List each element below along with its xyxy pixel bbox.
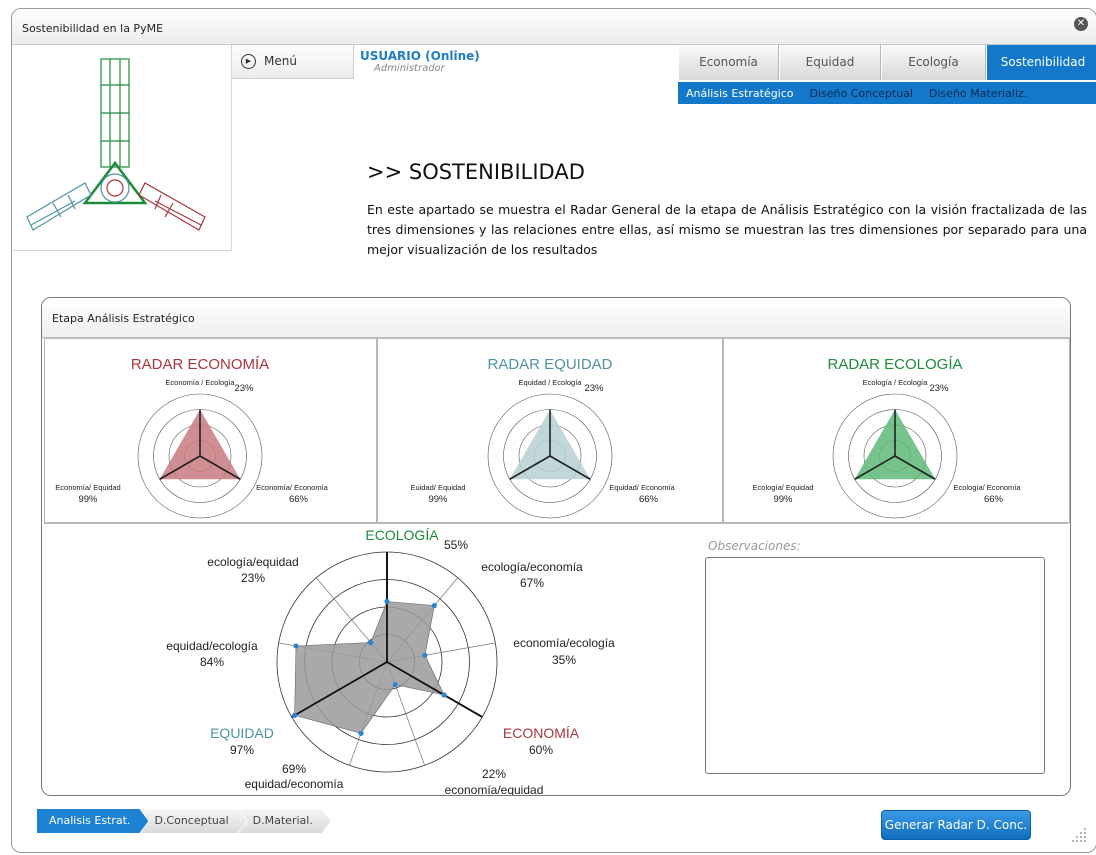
page-title: >> SOSTENIBILIDAD xyxy=(367,160,585,184)
step-analisis-estrategico[interactable]: Analisis Estrat. xyxy=(37,809,148,833)
radar-equidad-chart: RADAR EQUIDAD Equidad / Ecología23% Equida… xyxy=(410,356,676,519)
panel-header: Etapa Análisis Estratégico xyxy=(42,298,1070,338)
radar-ecologia-chart: RADAR ECOLOGÍA Ecología / Ecología23% Ecol… xyxy=(753,356,1021,519)
axis-label: Economía/ Economía xyxy=(256,483,329,492)
close-icon[interactable]: ✕ xyxy=(1074,17,1088,31)
user-name: USUARIO (Online) xyxy=(360,49,480,63)
general-radar-box: ECOLOGÍA 55% ecología/economía 67% economía/… xyxy=(44,523,1068,796)
value-label: 97% xyxy=(230,743,254,757)
menu-button[interactable]: ▶ Menú xyxy=(232,45,354,79)
radar-group: RADAR EQUIDAD Equidad / Ecología23% Equida… xyxy=(410,356,676,519)
data-point xyxy=(293,643,299,649)
subtab-analisis-estrategico[interactable]: Análisis Estratégico xyxy=(686,87,794,100)
radar-equidad-box: RADAR EQUIDAD Equidad / Ecología 23% Equida… xyxy=(377,338,723,523)
fractal-diagram-image xyxy=(26,58,206,231)
data-point xyxy=(358,730,364,736)
relation-label: economía/ecología xyxy=(513,636,615,650)
menu-label: Menú xyxy=(264,54,297,68)
relation-label: ecología/equidad xyxy=(207,555,298,569)
sustainability-logo xyxy=(13,45,232,251)
axis-label: Ecología/ Equidad xyxy=(753,483,814,492)
value-label: 66% xyxy=(639,494,659,505)
value-label: 99% xyxy=(773,494,793,505)
relation-label: equidad/economía xyxy=(245,777,344,791)
main-axis-line xyxy=(386,661,483,718)
observations-textarea[interactable] xyxy=(705,557,1045,774)
subtab-diseno-materializado[interactable]: Diseño Materializ. xyxy=(929,87,1027,100)
data-point xyxy=(291,712,298,718)
radar-title: RADAR ECOLOGÍA xyxy=(827,356,962,373)
observations-label: Observaciones: xyxy=(708,539,801,553)
general-radar-group: ECOLOGÍA 55% ecología/economía 67% economía/… xyxy=(166,527,615,796)
dimension-tabs: Economía Equidad Ecología Sostenibilidad xyxy=(678,45,1096,81)
title-bar: Sostenibilidad en la PyME ✕ xyxy=(12,9,1096,45)
value-label: 35% xyxy=(552,653,576,667)
axis-label: Equidad / Ecología xyxy=(519,378,583,387)
data-point xyxy=(384,598,390,605)
data-point xyxy=(441,692,447,698)
value-label: 23% xyxy=(241,571,265,585)
data-point xyxy=(392,682,398,688)
relation-label: ecología/economía xyxy=(481,560,583,574)
dimension-label: EQUIDAD xyxy=(210,725,274,741)
value-label: 23% xyxy=(234,383,254,394)
step-diseno-material[interactable]: D.Material. xyxy=(239,809,331,833)
play-icon: ▶ xyxy=(241,54,256,69)
generate-radar-button[interactable]: Generar Radar D. Conc. xyxy=(881,810,1031,840)
value-label: 60% xyxy=(529,743,553,757)
tab-sostenibilidad[interactable]: Sostenibilidad xyxy=(986,45,1096,80)
value-label: 23% xyxy=(929,383,949,394)
value-label: 99% xyxy=(428,494,448,505)
tab-ecologia[interactable]: Ecología xyxy=(881,45,986,80)
data-point xyxy=(422,652,428,658)
value-label: 66% xyxy=(984,494,1004,505)
relation-label: equidad/ecología xyxy=(166,639,258,653)
user-role: Administrador xyxy=(374,63,445,74)
value-label: 84% xyxy=(200,655,224,669)
dimension-label: ECONOMÍA xyxy=(503,725,580,741)
stage-subtabs: Análisis Estratégico Diseño Conceptual D… xyxy=(678,82,1096,104)
tab-equidad[interactable]: Equidad xyxy=(779,45,881,80)
radar-group: RADAR ECONOMÍA Economía / Ecología23% Econ… xyxy=(55,356,329,519)
data-point xyxy=(431,602,437,609)
axis-label: Economía / Ecología xyxy=(165,378,235,387)
value-label: 22% xyxy=(482,767,506,781)
axis-label: Euidad/ Equidad xyxy=(410,483,465,492)
radar-economia-chart: RADAR ECONOMÍA Economía / Ecología23% Econ… xyxy=(55,356,329,519)
user-info: USUARIO (Online) Administrador xyxy=(360,49,480,74)
resize-grip-icon[interactable] xyxy=(1068,824,1088,844)
value-label: 23% xyxy=(584,383,604,394)
radar-ecologia-box: RADAR ECOLOGÍA Ecología / Ecología 23% Ecol… xyxy=(723,338,1070,523)
axis-label: Economía/ Equidad xyxy=(55,483,120,492)
value-label: 99% xyxy=(78,494,98,505)
axis-label: Equidad/ Economía xyxy=(609,483,675,492)
intro-text: En este apartado se muestra el Radar Gen… xyxy=(367,202,1087,257)
radar-title: RADAR ECONOMÍA xyxy=(131,356,269,373)
general-radar-chart: ECOLOGÍA 55% ecología/economía 67% economía/… xyxy=(166,527,615,796)
value-label: 55% xyxy=(444,538,468,552)
relation-label: economía/equidad xyxy=(445,783,544,796)
value-label: 66% xyxy=(289,494,309,505)
axis-label: Ecología/ Economía xyxy=(953,483,1021,492)
tab-economia[interactable]: Economía xyxy=(678,45,779,80)
radar-area xyxy=(294,601,445,734)
panel-title: Etapa Análisis Estratégico xyxy=(52,312,195,325)
step-diseno-conceptual[interactable]: D.Conceptual xyxy=(140,809,246,833)
value-label: 67% xyxy=(520,576,544,590)
radar-group: RADAR ECOLOGÍA Ecología / Ecología23% Ecol… xyxy=(753,356,1021,519)
window-title: Sostenibilidad en la PyME xyxy=(22,22,164,35)
subtab-diseno-conceptual[interactable]: Diseño Conceptual xyxy=(810,87,914,100)
axis-label: Ecología / Ecología xyxy=(863,378,928,387)
stage-stepper: Analisis Estrat. D.Conceptual D.Material… xyxy=(37,809,323,833)
app-window: Sostenibilidad en la PyME ✕ ▶ Menú USUAR… xyxy=(11,8,1096,853)
radar-economia-box: RADAR ECONOMÍA Economía / Ecología 23% Econ… xyxy=(44,338,377,523)
radar-title: RADAR EQUIDAD xyxy=(487,356,612,373)
dimension-label: ECOLOGÍA xyxy=(365,527,439,543)
data-point xyxy=(368,640,374,646)
analysis-panel: Etapa Análisis Estratégico RADAR ECONOMÍ… xyxy=(41,297,1071,796)
value-label: 69% xyxy=(282,762,306,776)
